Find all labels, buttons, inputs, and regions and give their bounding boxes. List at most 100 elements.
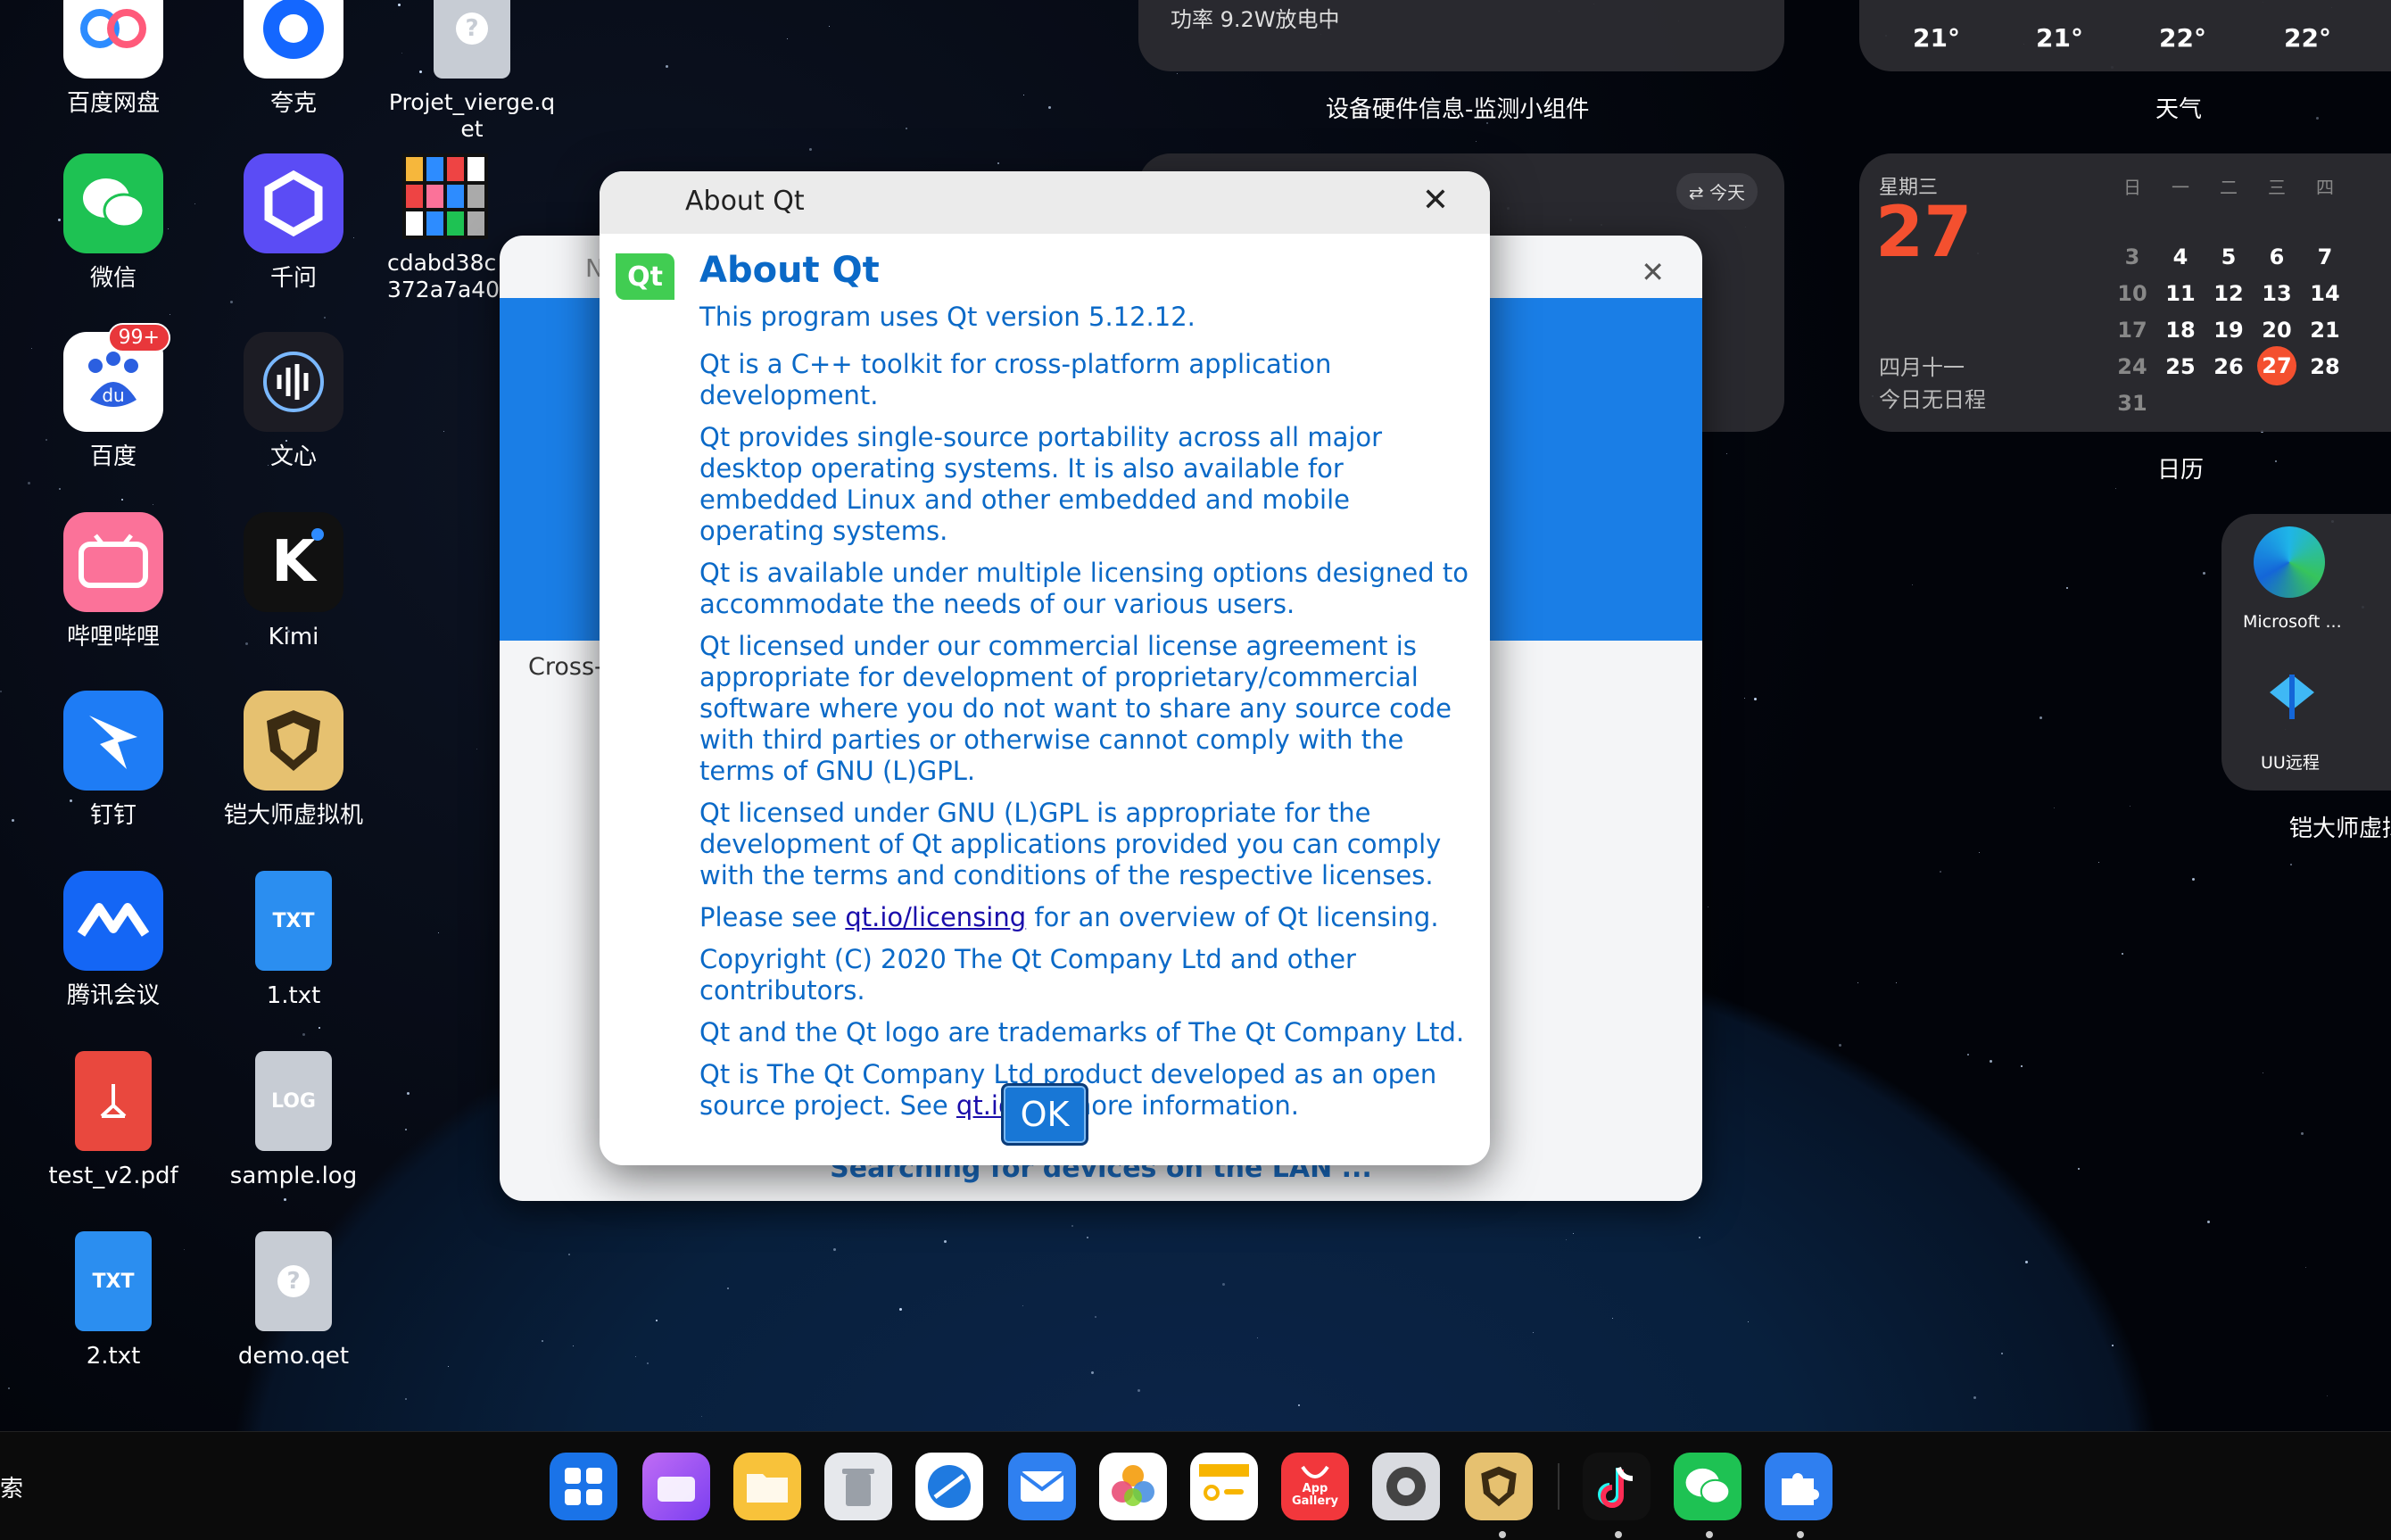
about-qt-dialog[interactable]: About Qt ✕ Qt About Qt This program uses… — [600, 171, 1490, 1165]
calendar-date[interactable]: 7 — [2307, 244, 2343, 269]
star-dot — [2122, 953, 2123, 955]
desktop-icon-wechat[interactable]: 微信 — [29, 153, 198, 293]
desktop-icon-image-file[interactable]: cdabd38c372a7a40 — [387, 153, 503, 303]
trash-icon[interactable] — [824, 1453, 892, 1520]
calendar-date[interactable]: 5 — [2211, 244, 2246, 269]
window-text-fragment: Cross- — [528, 653, 603, 681]
hardware-monitor-widget[interactable]: 功率 9.2W放电中 — [1138, 0, 1784, 71]
desktop-icon-wenxin[interactable]: 文心 — [209, 332, 378, 471]
icon-label: Projet_vierge.qet — [388, 89, 556, 142]
calendar-date[interactable]: 31 — [2114, 391, 2150, 416]
desktop-icon-projet-vierge[interactable]: ? Projet_vierge.qet — [387, 0, 557, 143]
close-icon[interactable]: ✕ — [1422, 182, 1449, 219]
desktop-icon-dingtalk[interactable]: 钉钉 — [29, 691, 198, 830]
calendar-weekday-header: 日 — [2123, 177, 2141, 198]
dialog-title: About Qt — [685, 186, 805, 217]
calendar-date[interactable]: 10 — [2114, 281, 2150, 306]
browser-icon[interactable] — [915, 1453, 983, 1520]
extensions-icon[interactable] — [1765, 1453, 1833, 1520]
star-dot — [997, 162, 999, 164]
calendar-weekday-header: 四 — [2316, 177, 2334, 198]
desktop-icon-bilibili[interactable]: 哔哩哔哩 — [29, 512, 198, 651]
calendar-date[interactable]: 27 — [2257, 346, 2296, 385]
star-dot — [2098, 862, 2099, 863]
desktop-icon-sample-log[interactable]: LOG sample.log — [209, 1051, 378, 1190]
dialog-titlebar[interactable]: About Qt ✕ — [600, 171, 1490, 234]
calendar-date[interactable]: 19 — [2211, 318, 2246, 343]
star-dot — [1754, 698, 1757, 700]
calendar-date[interactable]: 26 — [2211, 354, 2246, 379]
star-dot — [284, 1198, 286, 1201]
calendar-date[interactable]: 14 — [2307, 281, 2343, 306]
photos-icon[interactable] — [1099, 1453, 1167, 1520]
ok-button[interactable]: OK — [1001, 1083, 1088, 1146]
about-paragraph: Qt licensed under GNU (L)GPL is appropri… — [699, 798, 1442, 890]
calendar-date[interactable]: 18 — [2163, 318, 2198, 343]
calendar-weekday-header: 三 — [2268, 177, 2286, 198]
calendar-date[interactable]: 4 — [2163, 244, 2198, 269]
star-dot — [1177, 73, 1178, 74]
calendar-widget[interactable]: 星期三 27 四月十一 今日无日程 日一二三四 3 4 5 6 7 10 11 12 13 14 17… — [1859, 153, 2391, 432]
star-dot — [1990, 1060, 1992, 1063]
star-dot — [1967, 1054, 1969, 1056]
desktop-icon-1-txt[interactable]: TXT 1.txt — [209, 871, 378, 1010]
star-dot — [1071, 1225, 1073, 1227]
calendar-date[interactable]: 11 — [2163, 281, 2198, 306]
calendar-weekday-header: 二 — [2220, 177, 2238, 198]
file-type-label: TXT — [92, 1270, 135, 1293]
launcher-icon[interactable] — [550, 1453, 617, 1520]
desktop-icon-qianwen[interactable]: 千问 — [209, 153, 378, 293]
calendar-date[interactable]: 13 — [2259, 281, 2295, 306]
star-dot — [1973, 1396, 1976, 1399]
star-dot — [0, 691, 2, 692]
star-dot — [1022, 1305, 1023, 1306]
multitask-icon[interactable] — [642, 1453, 710, 1520]
desktop-icon-test-pdf[interactable]: test_v2.pdf — [29, 1051, 198, 1190]
desktop-icon-kaidashi-vm[interactable]: 铠大师虚拟机 — [209, 691, 378, 830]
files-icon[interactable] — [733, 1453, 801, 1520]
calendar-date[interactable]: 28 — [2307, 354, 2343, 379]
calendar-date[interactable]: 24 — [2114, 354, 2150, 379]
calendar-date[interactable]: 17 — [2114, 318, 2150, 343]
desktop-icon-demo-qet[interactable]: ? demo.qet — [209, 1231, 378, 1370]
app-widget[interactable]: Microsoft ... UU远程 — [2221, 514, 2391, 791]
desktop-icon-baidu-netdisk[interactable]: 百度网盘 — [29, 0, 198, 118]
tiktok-icon[interactable] — [1583, 1453, 1651, 1520]
app-gallery-icon[interactable]: App Gallery — [1281, 1453, 1349, 1520]
calendar-date[interactable]: 3 — [2114, 244, 2150, 269]
close-icon[interactable]: ✕ — [1641, 255, 1665, 289]
kaidashi-icon[interactable] — [1465, 1453, 1533, 1520]
desktop-icon-2-txt[interactable]: TXT 2.txt — [29, 1231, 198, 1370]
about-paragraph: Qt provides single-source portability ac… — [699, 422, 1383, 546]
desktop-icon-kimi[interactable]: K Kimi — [209, 512, 378, 651]
icon-label: 铠大师虚拟机 — [223, 802, 363, 829]
icon-label: 文心 — [269, 443, 317, 470]
desktop-icon-tencent-meeting[interactable]: 腾讯会议 — [29, 871, 198, 1010]
settings-icon[interactable] — [1372, 1453, 1440, 1520]
wechat-icon[interactable] — [1674, 1453, 1742, 1520]
today-button[interactable]: ⇄ 今天 — [1675, 173, 1758, 210]
running-indicator — [1706, 1531, 1713, 1538]
calendar-date[interactable]: 21 — [2307, 318, 2343, 343]
widget-label: 设备硬件信息-监测小组件 — [1326, 96, 1590, 123]
star-dot — [727, 1287, 729, 1289]
star-dot — [1476, 141, 1477, 142]
mail-icon[interactable] — [1008, 1453, 1076, 1520]
star-dot — [635, 1356, 636, 1357]
search-fragment[interactable]: 索 — [0, 1470, 23, 1503]
star-dot — [573, 1345, 574, 1346]
star-dot — [1726, 453, 1727, 454]
desktop-icon-baidu[interactable]: du 99+ 百度 — [29, 323, 198, 471]
weather-widget[interactable]: 21° 21° 22° 22° — [1859, 0, 2391, 71]
star-dot — [2192, 878, 2195, 881]
app-widget-item: Microsoft ... — [2243, 612, 2342, 632]
notes-icon[interactable] — [1190, 1453, 1258, 1520]
calendar-date[interactable]: 12 — [2211, 281, 2246, 306]
icon-label: 哔哩哔哩 — [66, 624, 160, 650]
star-dot — [405, 1398, 407, 1400]
calendar-date[interactable]: 25 — [2163, 354, 2198, 379]
licensing-link[interactable]: qt.io/licensing — [845, 902, 1026, 932]
calendar-date[interactable]: 20 — [2259, 318, 2295, 343]
calendar-date[interactable]: 6 — [2259, 244, 2295, 269]
desktop-icon-quark[interactable]: 夸克 — [209, 0, 378, 118]
